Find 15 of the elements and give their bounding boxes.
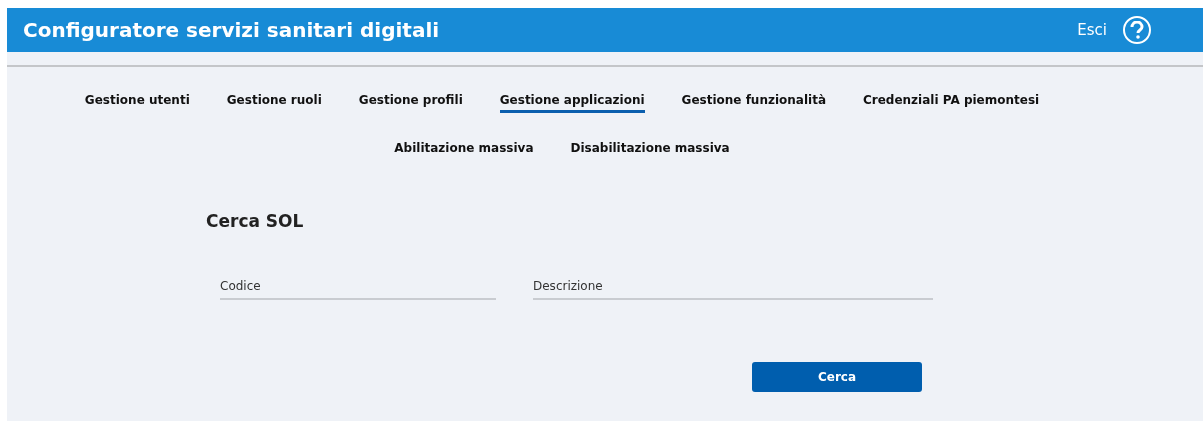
nav-tab[interactable]: Abilitazione massiva (394, 141, 534, 161)
form-title: Cerca SOL (206, 211, 305, 231)
input-field[interactable]: Codice (220, 279, 496, 300)
search-button[interactable]: Cerca (752, 362, 922, 392)
nav-tab[interactable]: Gestione utenti (84, 93, 190, 113)
nav-tab[interactable]: Gestione profili (358, 93, 463, 113)
nav-tab[interactable]: Credenziali PA piemontesi (863, 93, 1040, 113)
nav-tab[interactable]: Disabilitazione massiva (570, 141, 730, 161)
nav-tab[interactable]: Gestione applicazioni (499, 93, 645, 113)
nav-tab[interactable]: Gestione funzionalità (681, 93, 826, 113)
logout-link[interactable]: Esci (1077, 21, 1107, 39)
app-title: Configuratore servizi sanitari digitali (23, 18, 441, 42)
nav-tab[interactable]: Gestione ruoli (226, 93, 322, 113)
help-icon[interactable] (1123, 16, 1151, 44)
input-field[interactable]: Descrizione (533, 279, 933, 300)
